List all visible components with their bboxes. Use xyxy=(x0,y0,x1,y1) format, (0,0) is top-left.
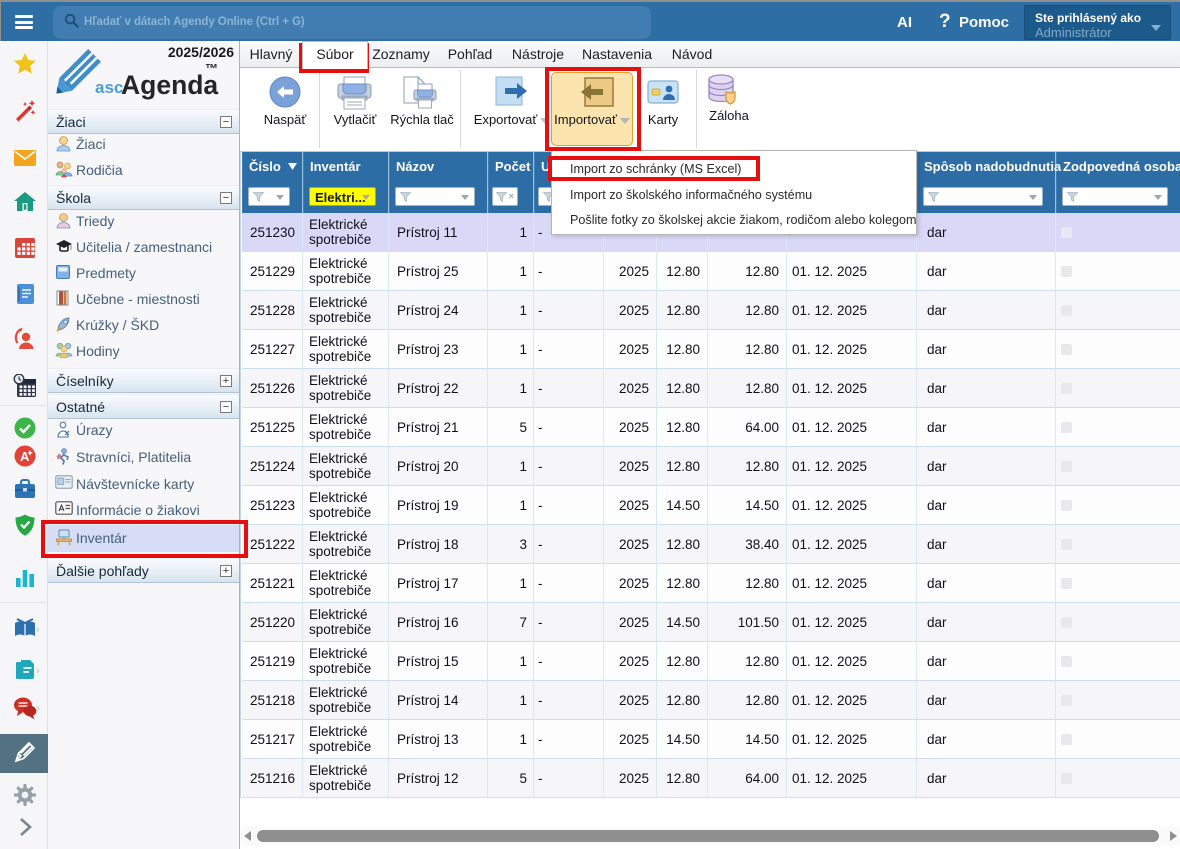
svg-text:asc: asc xyxy=(95,78,123,97)
svg-text:A: A xyxy=(20,449,30,464)
svg-text:Agenda: Agenda xyxy=(121,70,218,100)
svg-text:™: ™ xyxy=(205,61,218,76)
